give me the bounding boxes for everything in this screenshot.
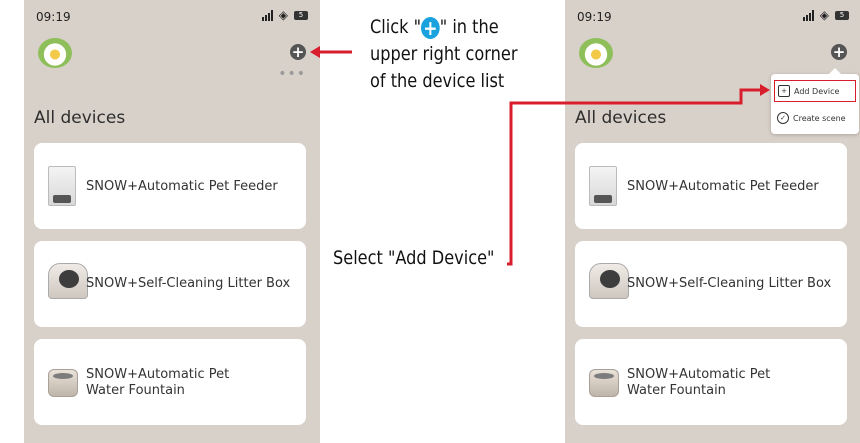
arrowhead-right: [760, 84, 770, 96]
arrowhead-left: [310, 46, 320, 58]
annotation-arrows: [310, 46, 770, 266]
connector-to-add-device: [507, 88, 760, 266]
